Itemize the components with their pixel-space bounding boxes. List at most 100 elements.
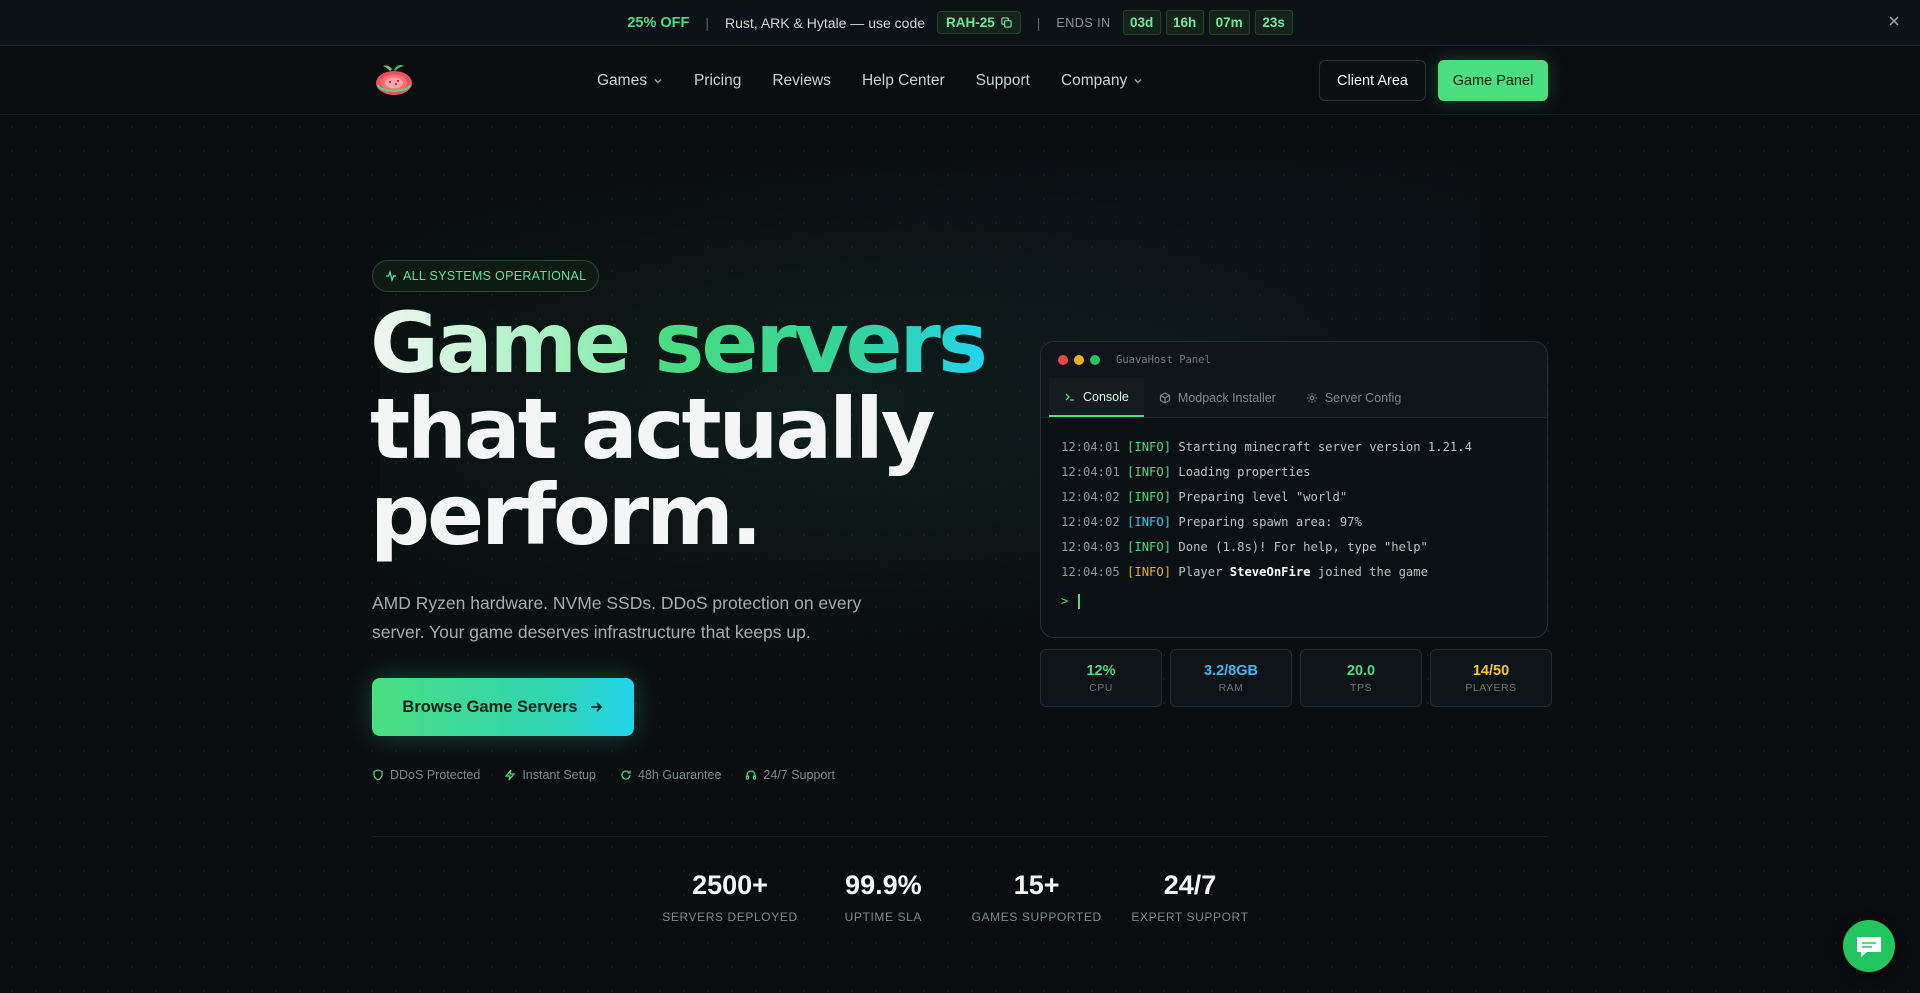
nav-help-center[interactable]: Help Center xyxy=(862,72,945,90)
stat-label: PLAYERS xyxy=(1465,681,1517,694)
promo-discount: 25% OFF xyxy=(627,14,690,31)
stat-label: SERVERS DEPLOYED xyxy=(662,910,798,924)
status-badge-label: ALL SYSTEMS OPERATIONAL xyxy=(403,269,587,283)
log-text: Player xyxy=(1178,565,1230,579)
game-panel-button[interactable]: Game Panel xyxy=(1438,60,1548,101)
headline-line-3: perform. xyxy=(370,466,763,564)
stat-games-supported: 15+ GAMES SUPPORTED xyxy=(967,870,1107,924)
stat-players: 14/50 PLAYERS xyxy=(1430,649,1552,707)
nav-company-label: Company xyxy=(1060,72,1128,89)
terminal-titlebar: GuavaHost Panel xyxy=(1041,342,1547,378)
terminal-title: GuavaHost Panel xyxy=(1116,354,1211,366)
stat-label: GAMES SUPPORTED xyxy=(971,910,1102,924)
log-time: 12:04:02 xyxy=(1061,515,1120,529)
headline-word-servers: servers xyxy=(654,294,988,392)
log-text: Done (1.8s)! For help, type "help" xyxy=(1178,540,1428,554)
section-divider xyxy=(372,836,1548,837)
nav-reviews-label: Reviews xyxy=(772,72,831,89)
headline-word-game: Game xyxy=(370,294,631,392)
stat-uptime: 99.9% UPTIME SLA xyxy=(813,870,953,924)
chevron-down-icon xyxy=(654,79,662,84)
headline-line-2: that actually xyxy=(370,380,936,478)
chat-bubble-icon xyxy=(1857,937,1881,957)
stat-value: 24/7 xyxy=(1163,870,1217,900)
stat-label: UPTIME SLA xyxy=(844,910,922,924)
chevron-down-icon xyxy=(1134,79,1142,84)
headphones-icon xyxy=(746,770,757,780)
nav-games[interactable]: Games xyxy=(597,72,663,90)
tab-modpack-installer[interactable]: Modpack Installer xyxy=(1144,378,1291,417)
log-tag: [INFO] xyxy=(1127,540,1172,554)
nav-support[interactable]: Support xyxy=(976,72,1030,90)
countdown: 03d 16h 07m 23s xyxy=(1122,10,1293,35)
log-line: 12:04:02 [INFO] Preparing level "world" xyxy=(1061,485,1527,510)
promo-separator-2: | xyxy=(1036,14,1041,31)
promo-message: Rust, ARK & Hytale — use code xyxy=(725,14,926,31)
cta-label: Browse Game Servers xyxy=(402,697,578,716)
log-player-name: SteveOnFire xyxy=(1229,565,1311,579)
log-line: 12:04:01 [INFO] Starting minecraft serve… xyxy=(1061,435,1527,460)
stat-label: EXPERT SUPPORT xyxy=(1131,910,1249,924)
nav-pricing[interactable]: Pricing xyxy=(694,72,741,90)
promo-ends-label: ENDS IN xyxy=(1056,15,1111,30)
log-text: Preparing spawn area: 97% xyxy=(1178,515,1362,529)
log-time: 12:04:01 xyxy=(1061,440,1120,454)
feature-label: DDoS Protected xyxy=(390,768,481,782)
tab-server-config-label: Server Config xyxy=(1324,390,1402,405)
console-input[interactable]: > xyxy=(1061,589,1527,613)
stat-label: RAM xyxy=(1218,681,1244,694)
log-time: 12:04:03 xyxy=(1061,540,1120,554)
client-area-button[interactable]: Client Area xyxy=(1319,60,1426,101)
chat-widget-button[interactable] xyxy=(1843,920,1895,972)
terminal-icon xyxy=(1065,393,1074,401)
log-text: joined the game xyxy=(1310,565,1428,579)
promo-separator: | xyxy=(705,14,710,31)
stat-value: 14/50 xyxy=(1472,662,1510,679)
activity-icon xyxy=(386,270,396,282)
feature-guarantee: 48h Guarantee xyxy=(620,768,721,782)
promo-code-copy[interactable]: RAH-25 xyxy=(937,11,1021,34)
refresh-icon xyxy=(621,770,631,780)
window-close-dot xyxy=(1058,355,1068,365)
nav-company[interactable]: Company xyxy=(1061,72,1143,90)
nav-menu: Games Pricing Reviews Help Center Suppor… xyxy=(597,47,1143,115)
window-minimize-dot xyxy=(1074,355,1084,365)
stat-cpu: 12% CPU xyxy=(1040,649,1162,707)
feature-instant-setup: Instant Setup xyxy=(504,768,596,782)
hero-subtitle: AMD Ryzen hardware. NVMe SSDs. DDoS prot… xyxy=(372,593,862,642)
log-tag: [INFO] xyxy=(1127,565,1172,579)
shield-icon xyxy=(373,769,383,781)
log-time: 12:04:02 xyxy=(1061,490,1120,504)
nav-reviews[interactable]: Reviews xyxy=(772,72,831,90)
nav-games-label: Games xyxy=(597,72,647,89)
browse-game-servers-button[interactable]: Browse Game Servers xyxy=(372,678,634,736)
countdown-seconds: 23s xyxy=(1254,10,1293,35)
nav-help-center-label: Help Center xyxy=(861,72,945,89)
nav-pricing-label: Pricing xyxy=(693,72,742,89)
server-stats: 12% CPU 3.2/8GB RAM 20.0 TPS 14/50 PLAYE… xyxy=(1040,649,1552,707)
countdown-minutes: 07m xyxy=(1208,10,1250,35)
feature-label: 48h Guarantee xyxy=(638,768,722,782)
tab-console[interactable]: Console xyxy=(1049,378,1144,417)
hero-headline: Game servers that actually perform. xyxy=(370,300,990,558)
stat-value: 99.9% xyxy=(845,870,922,900)
log-line: 12:04:01 [INFO] Loading properties xyxy=(1061,460,1527,485)
close-icon[interactable] xyxy=(1886,13,1902,29)
company-stats: 2500+ SERVERS DEPLOYED 99.9% UPTIME SLA … xyxy=(660,870,1260,924)
tab-server-config[interactable]: Server Config xyxy=(1291,378,1416,417)
copy-icon xyxy=(1001,17,1012,28)
tab-console-label: Console xyxy=(1083,389,1129,404)
log-tag: [INFO] xyxy=(1127,515,1172,529)
headline-line-1: Game servers xyxy=(370,300,990,386)
guava-logo[interactable] xyxy=(372,63,416,97)
log-line: 12:04:05 [INFO] Player SteveOnFire joine… xyxy=(1061,560,1527,585)
countdown-hours: 16h xyxy=(1165,10,1204,35)
stat-value: 3.2/8GB xyxy=(1204,662,1258,679)
zap-icon xyxy=(505,769,516,781)
log-line: 12:04:02 [INFO] Preparing spawn area: 97… xyxy=(1061,510,1527,535)
promo-bar: 25% OFF | Rust, ARK & Hytale — use code … xyxy=(0,0,1920,46)
window-maximize-dot xyxy=(1090,355,1100,365)
stat-tps: 20.0 TPS xyxy=(1300,649,1422,707)
log-text: Starting minecraft server version 1.21.4 xyxy=(1178,440,1472,454)
log-text: Loading properties xyxy=(1178,465,1311,479)
